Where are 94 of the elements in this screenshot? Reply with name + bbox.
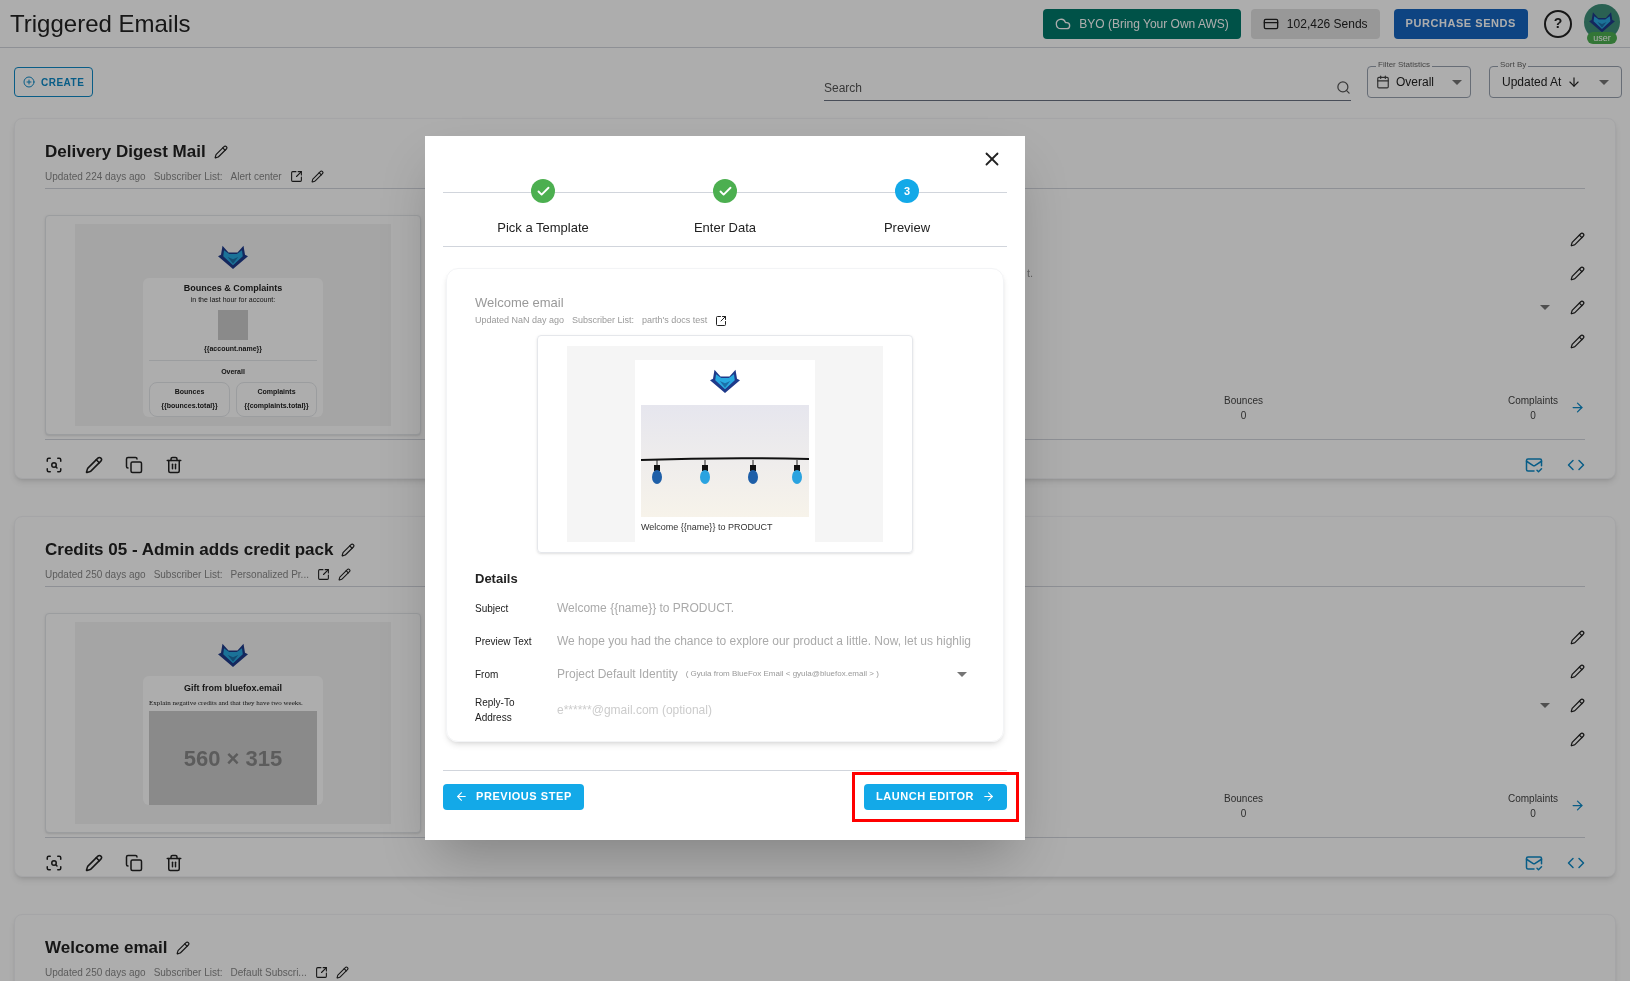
field-label: Reply-To Address <box>475 696 516 725</box>
subscriber-list-label: Subscriber List: <box>572 314 635 327</box>
from-select[interactable]: Project Default Identity ( Gyula from BlueFox Email < gyula@bluefox.email > ) <box>557 665 975 683</box>
subscriber-list-name: Personalized Pr... <box>230 567 309 582</box>
field-text-fragment: t. <box>1027 266 1034 282</box>
edit-icon[interactable] <box>335 965 349 979</box>
email-caption: Welcome {{name}} to PRODUCT <box>641 520 773 534</box>
card-title: Credits 05 - Admin adds credit pack <box>45 539 334 561</box>
subscriber-list-label: Subscriber List: <box>153 169 223 184</box>
subscriber-list-label: Subscriber List: <box>153 567 223 582</box>
subscriber-list-name: parth's docs test <box>642 314 708 327</box>
edit-icon[interactable] <box>310 169 324 183</box>
plus-circle-icon <box>23 76 35 88</box>
mail-check-icon[interactable] <box>1525 455 1543 474</box>
step-label: Enter Data <box>693 219 757 237</box>
help-button[interactable]: ? <box>1544 9 1572 38</box>
edit-icon[interactable] <box>1570 232 1585 247</box>
updated-text: Updated 250 days ago <box>45 567 146 582</box>
edit-icon[interactable] <box>1570 698 1585 713</box>
search-icon[interactable] <box>1336 80 1351 95</box>
details-heading: Details <box>475 569 519 588</box>
edit-icon[interactable] <box>213 144 228 159</box>
edit-icon[interactable] <box>1570 664 1585 679</box>
email-heading: Bounces & Complaints <box>183 281 283 295</box>
external-link-icon[interactable] <box>316 567 330 581</box>
delete-icon[interactable] <box>165 853 183 872</box>
updated-text: Updated 224 days ago <box>45 169 146 184</box>
field-label: Subject <box>475 601 510 616</box>
step-number: 3 <box>895 179 919 203</box>
arrow-right-icon[interactable] <box>1570 400 1585 415</box>
stat-value: 0 <box>1240 408 1247 423</box>
dropdown-caret-icon[interactable] <box>1540 703 1550 708</box>
stat-label: Complaints <box>1507 393 1558 408</box>
launch-editor-button[interactable]: LAUNCH EDITOR <box>864 783 1007 810</box>
preview-zoom-icon[interactable] <box>45 455 63 474</box>
preview-zoom-icon[interactable] <box>45 853 63 872</box>
byo-button[interactable]: BYO (Bring Your Own AWS) <box>1043 8 1241 39</box>
stat-label: Bounces <box>1224 791 1263 806</box>
subscriber-list-name: Alert center <box>230 169 282 184</box>
edit-icon[interactable] <box>1570 334 1585 349</box>
create-button[interactable]: CREATE <box>14 67 94 97</box>
image-placeholder <box>218 309 248 340</box>
purchase-sends-button[interactable]: PURCHASE SENDS <box>1393 8 1528 39</box>
fox-logo-icon <box>218 243 248 270</box>
fox-logo-icon <box>218 641 248 668</box>
email-heading: Gift from bluefox.email <box>184 681 282 695</box>
edit-icon[interactable] <box>175 940 190 955</box>
updated-text: Updated NaN day ago <box>475 314 565 327</box>
sends-counter: 102,426 Sends <box>1250 8 1380 39</box>
card-title: Welcome email <box>45 937 168 959</box>
field-value: Welcome {{name}} to PRODUCT. <box>557 600 736 617</box>
arrow-left-icon <box>455 790 468 803</box>
step-label: Pick a Template <box>497 219 589 237</box>
edit-icon[interactable] <box>341 542 356 557</box>
dropdown-caret-icon[interactable] <box>1540 305 1550 310</box>
mail-check-icon[interactable] <box>1525 853 1543 872</box>
copy-icon[interactable] <box>125 853 143 872</box>
edit-icon[interactable] <box>1570 630 1585 645</box>
edit-icon[interactable] <box>85 853 103 872</box>
step-label: Preview <box>883 219 931 237</box>
copy-icon[interactable] <box>125 455 143 474</box>
search-field[interactable]: Search <box>824 78 1336 97</box>
previous-step-button[interactable]: PREVIOUS STEP <box>443 783 584 810</box>
edit-icon[interactable] <box>1570 266 1585 281</box>
stat-value: 0 <box>1240 806 1247 821</box>
stat-label: Complaints <box>1507 791 1558 806</box>
field-label: From <box>475 667 500 682</box>
external-link-icon[interactable] <box>715 314 728 327</box>
subscriber-list-label: Subscriber List: <box>153 965 223 980</box>
stat-label: Bounces <box>1224 393 1263 408</box>
delete-icon[interactable] <box>165 455 183 474</box>
arrow-right-icon <box>982 790 995 803</box>
field-value: We hope you had the chance to explore our product a little. Now, let us highlig <box>557 633 973 650</box>
card-title: Delivery Digest Mail <box>45 141 206 163</box>
stat-value: 0 <box>1530 806 1536 821</box>
edit-icon[interactable] <box>85 455 103 474</box>
subscriber-list-name: Default Subscri... <box>230 965 307 980</box>
dropdown-caret-icon[interactable] <box>1599 79 1609 85</box>
page-title: Triggered Emails <box>10 8 191 39</box>
dropdown-caret-icon[interactable] <box>1452 79 1462 85</box>
external-link-icon[interactable] <box>289 169 303 183</box>
arrow-right-icon[interactable] <box>1570 798 1585 813</box>
fox-avatar-icon <box>1589 10 1615 33</box>
calendar-icon <box>1376 75 1390 89</box>
external-link-icon[interactable] <box>314 965 328 979</box>
fox-logo-icon <box>710 367 740 394</box>
field-label: Preview Text <box>475 634 533 649</box>
edit-icon[interactable] <box>337 567 351 581</box>
email-name: Welcome email <box>475 293 565 312</box>
edit-icon[interactable] <box>1570 300 1585 315</box>
edit-icon[interactable] <box>1570 732 1585 747</box>
stat-value: 0 <box>1530 408 1536 423</box>
dropdown-caret-icon[interactable] <box>957 671 967 677</box>
updated-text: Updated 250 days ago <box>45 965 146 980</box>
